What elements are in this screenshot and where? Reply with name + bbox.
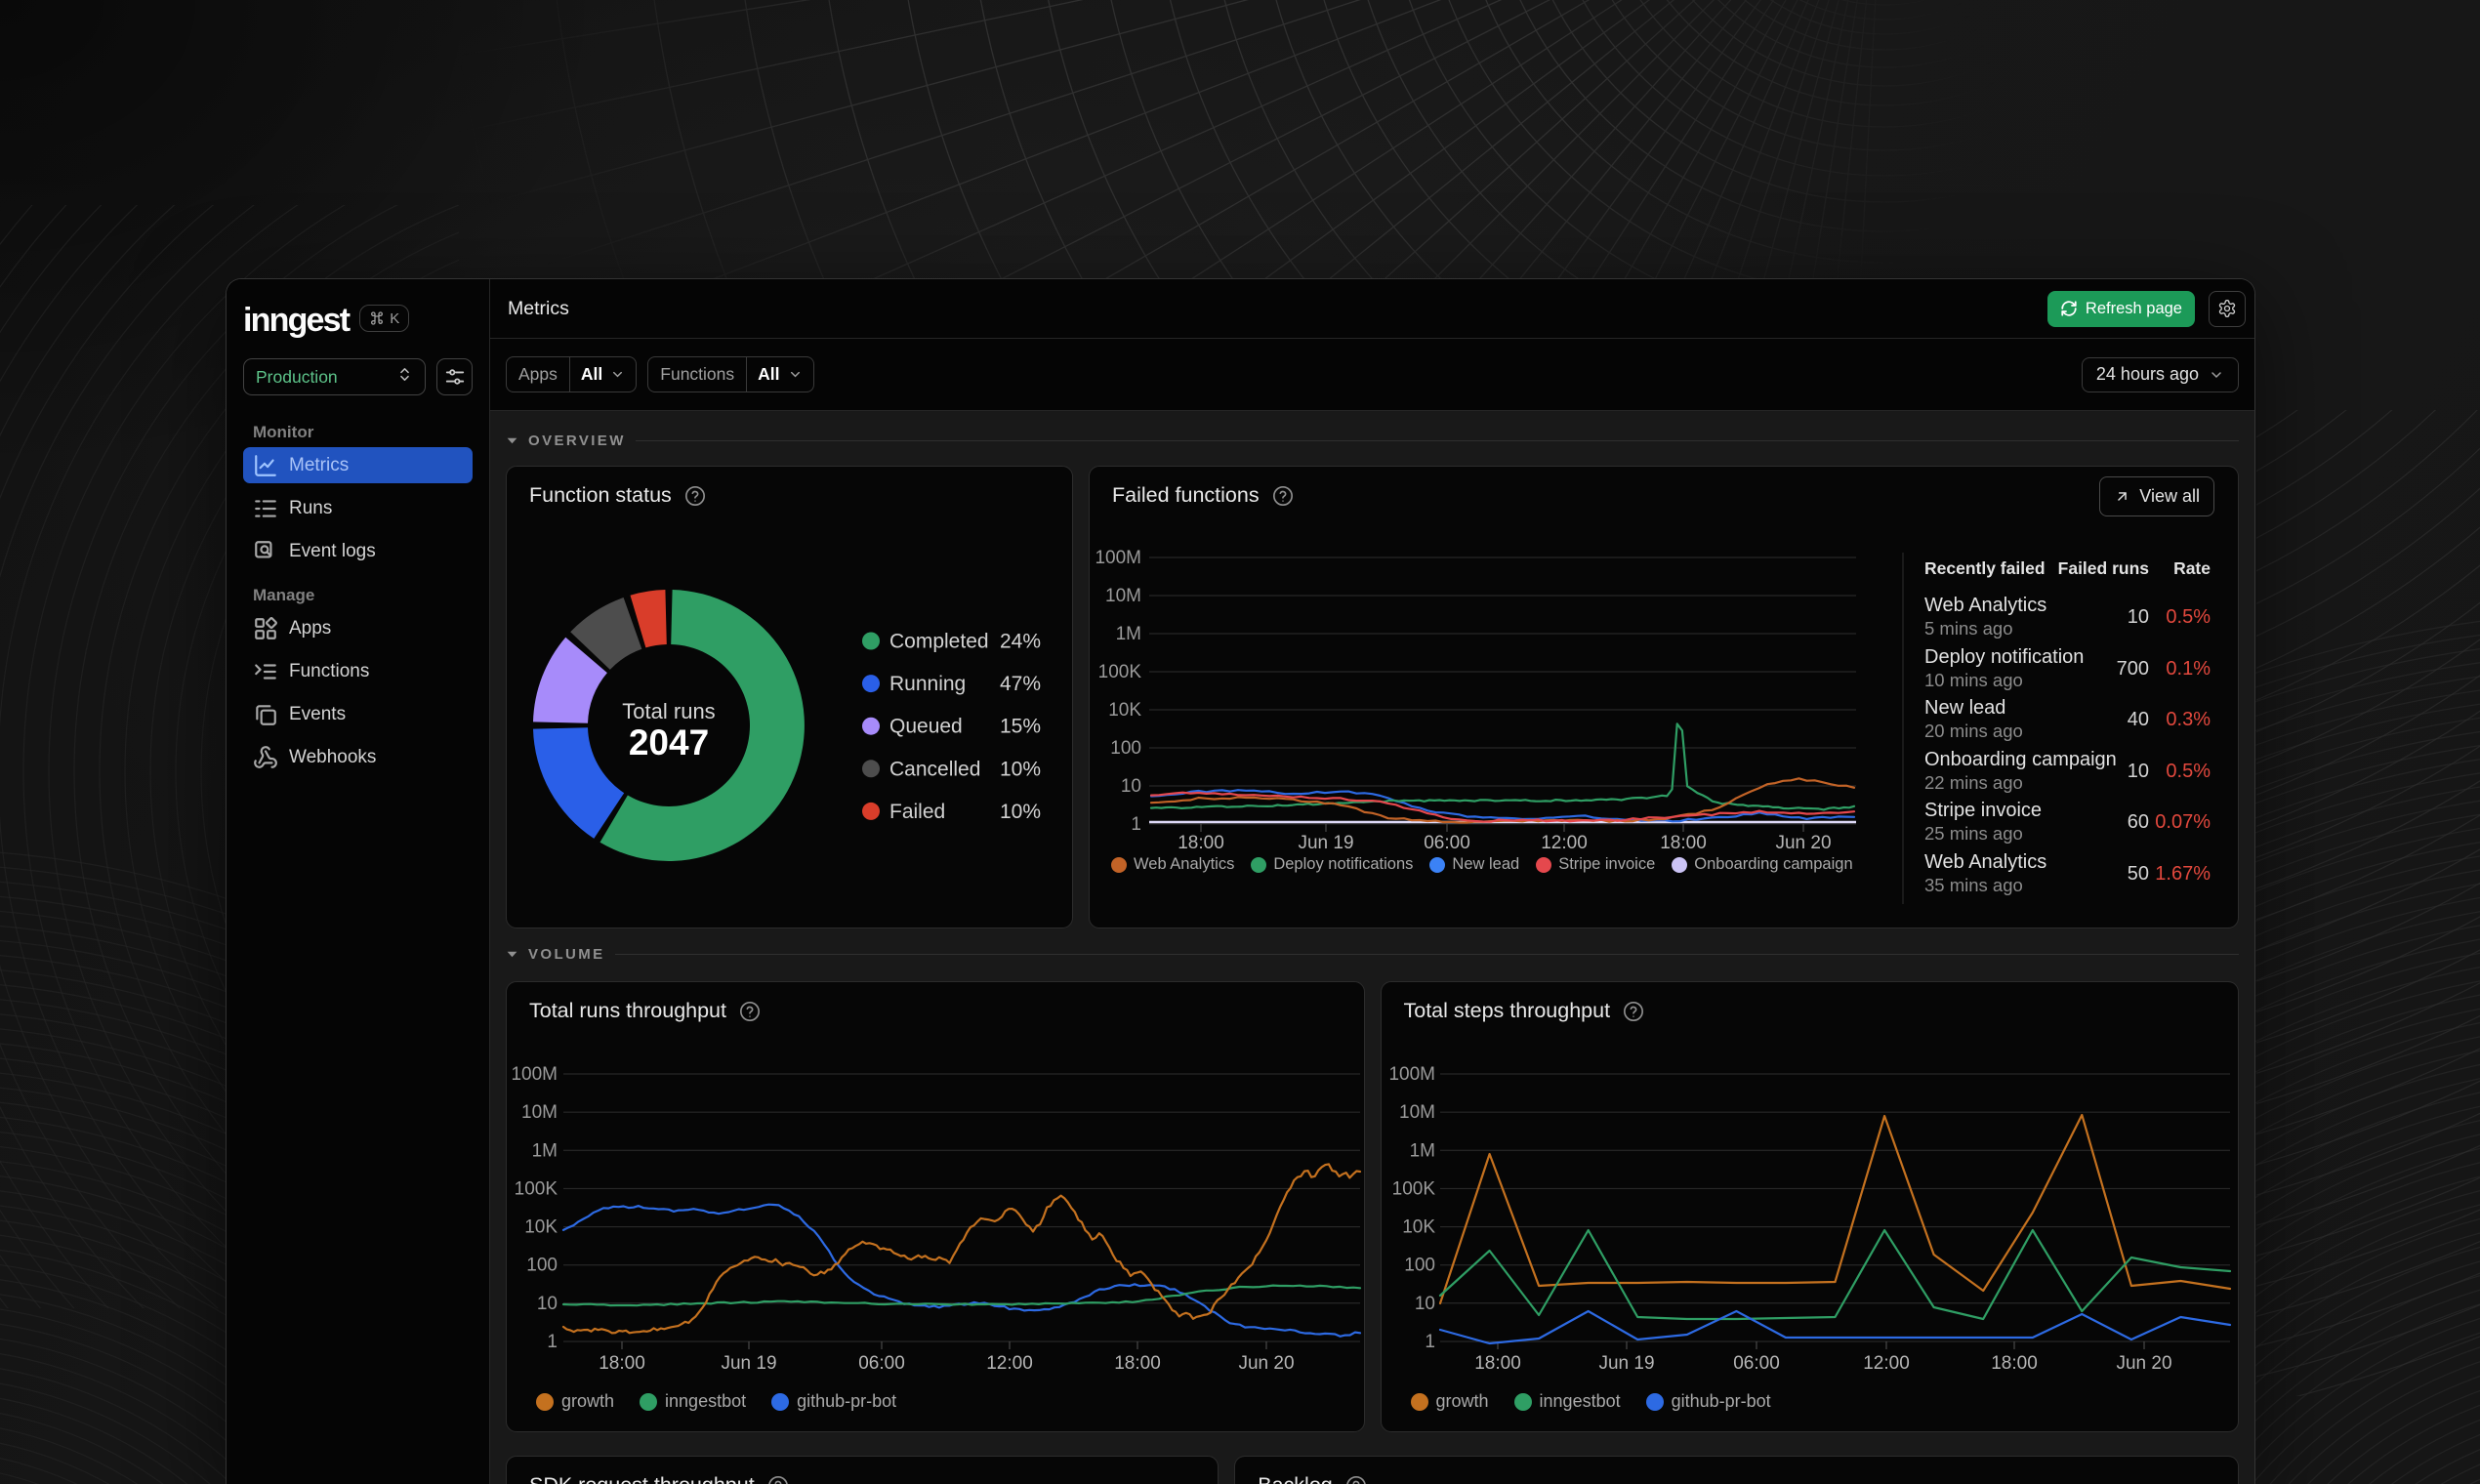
- svg-text:10M: 10M: [521, 1102, 558, 1123]
- svg-text:Rate: Rate: [2173, 558, 2211, 578]
- svg-text:1: 1: [1131, 814, 1141, 835]
- svg-text:Jun 20: Jun 20: [1238, 1353, 1294, 1374]
- svg-text:10K: 10K: [1108, 700, 1141, 721]
- svg-text:100M: 100M: [1388, 1064, 1435, 1085]
- svg-text:Failed: Failed: [889, 801, 945, 823]
- svg-text:10M: 10M: [1105, 586, 1141, 606]
- svg-text:06:00: 06:00: [858, 1353, 905, 1374]
- svg-text:100: 100: [1110, 738, 1141, 759]
- svg-text:10%: 10%: [1000, 801, 1041, 823]
- svg-text:100K: 100K: [515, 1178, 558, 1199]
- svg-text:47%: 47%: [1000, 673, 1041, 695]
- svg-text:06:00: 06:00: [1424, 833, 1470, 853]
- svg-text:10K: 10K: [1402, 1217, 1435, 1238]
- svg-text:18:00: 18:00: [1474, 1353, 1521, 1374]
- svg-text:100: 100: [1404, 1256, 1435, 1276]
- svg-text:1.67%: 1.67%: [2155, 863, 2211, 885]
- svg-text:10: 10: [2128, 606, 2149, 628]
- svg-text:25 mins ago: 25 mins ago: [1924, 823, 2023, 844]
- svg-text:1: 1: [1425, 1332, 1435, 1352]
- svg-text:Running: Running: [889, 673, 966, 695]
- svg-text:18:00: 18:00: [1991, 1353, 2038, 1374]
- svg-text:1M: 1M: [1116, 624, 1141, 644]
- svg-text:100K: 100K: [1098, 662, 1142, 682]
- svg-text:1M: 1M: [532, 1140, 558, 1161]
- svg-text:Stripe invoice: Stripe invoice: [1924, 800, 2042, 821]
- svg-text:2047: 2047: [629, 722, 709, 763]
- svg-text:0.3%: 0.3%: [2166, 709, 2211, 730]
- svg-text:Jun 19: Jun 19: [1298, 833, 1353, 853]
- svg-text:10 mins ago: 10 mins ago: [1924, 670, 2023, 690]
- svg-text:06:00: 06:00: [1733, 1353, 1780, 1374]
- svg-text:100M: 100M: [511, 1064, 558, 1085]
- svg-text:Failed runs: Failed runs: [2058, 558, 2150, 578]
- svg-text:10: 10: [2128, 761, 2149, 782]
- svg-text:35 mins ago: 35 mins ago: [1924, 875, 2023, 895]
- svg-text:Jun 19: Jun 19: [1598, 1353, 1654, 1374]
- svg-text:1M: 1M: [1409, 1140, 1434, 1161]
- svg-text:Jun 19: Jun 19: [721, 1353, 776, 1374]
- svg-text:Total runs: Total runs: [622, 699, 715, 723]
- svg-text:18:00: 18:00: [599, 1353, 645, 1374]
- svg-text:40: 40: [2128, 709, 2149, 730]
- svg-text:18:00: 18:00: [1114, 1353, 1161, 1374]
- svg-text:10M: 10M: [1399, 1102, 1435, 1123]
- svg-text:Deploy notification: Deploy notification: [1924, 646, 2084, 668]
- svg-text:18:00: 18:00: [1660, 833, 1707, 853]
- svg-text:Onboarding campaign: Onboarding campaign: [1924, 749, 2117, 770]
- svg-text:Web Analytics: Web Analytics: [1924, 595, 2046, 616]
- svg-text:Completed: Completed: [889, 631, 989, 653]
- svg-text:18:00: 18:00: [1178, 833, 1224, 853]
- svg-text:12:00: 12:00: [1863, 1353, 1910, 1374]
- svg-text:10: 10: [537, 1294, 558, 1314]
- svg-text:0.5%: 0.5%: [2166, 761, 2211, 782]
- svg-text:Recently failed: Recently failed: [1924, 558, 2046, 578]
- svg-text:700: 700: [2117, 658, 2149, 680]
- svg-text:Web Analytics: Web Analytics: [1924, 851, 2046, 873]
- svg-text:Jun 20: Jun 20: [1775, 833, 1831, 853]
- svg-text:50: 50: [2128, 863, 2149, 885]
- svg-text:10%: 10%: [1000, 758, 1041, 780]
- svg-text:Queued: Queued: [889, 716, 963, 738]
- svg-text:Jun 20: Jun 20: [2116, 1353, 2171, 1374]
- svg-text:0.07%: 0.07%: [2155, 811, 2211, 833]
- svg-text:New lead: New lead: [1924, 697, 2005, 719]
- svg-text:0.1%: 0.1%: [2166, 658, 2211, 680]
- svg-text:Cancelled: Cancelled: [889, 758, 980, 780]
- svg-text:1: 1: [547, 1332, 558, 1352]
- svg-text:10: 10: [1414, 1294, 1434, 1314]
- svg-text:12:00: 12:00: [986, 1353, 1033, 1374]
- svg-text:100K: 100K: [1391, 1178, 1435, 1199]
- svg-text:0.5%: 0.5%: [2166, 606, 2211, 628]
- svg-text:10: 10: [1121, 776, 1141, 797]
- svg-text:5 mins ago: 5 mins ago: [1924, 618, 2013, 639]
- svg-text:60: 60: [2128, 811, 2149, 833]
- svg-text:15%: 15%: [1000, 716, 1041, 738]
- svg-text:100M: 100M: [1095, 548, 1141, 568]
- svg-text:100: 100: [526, 1256, 558, 1276]
- svg-text:12:00: 12:00: [1541, 833, 1588, 853]
- svg-text:22 mins ago: 22 mins ago: [1924, 772, 2023, 793]
- svg-text:24%: 24%: [1000, 631, 1041, 653]
- svg-text:20 mins ago: 20 mins ago: [1924, 721, 2023, 741]
- svg-text:10K: 10K: [524, 1217, 558, 1238]
